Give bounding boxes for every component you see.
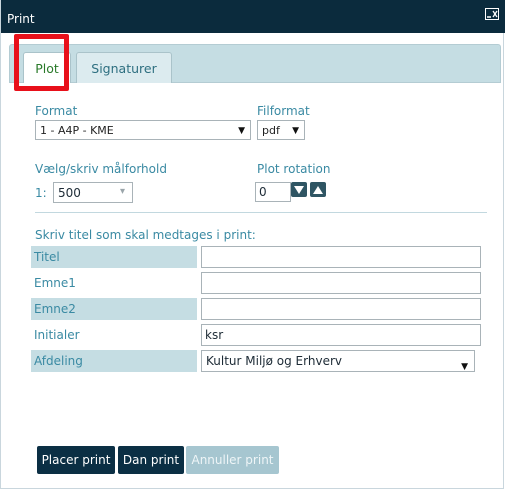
title-bar[interactable]: Print xyxy=(1,0,505,33)
chevron-down-icon: ▼ xyxy=(292,126,299,136)
titel-input[interactable] xyxy=(201,246,481,268)
format-label: Format xyxy=(35,104,78,118)
emne1-input[interactable] xyxy=(201,272,481,294)
rotation-input[interactable]: 0 xyxy=(255,182,291,202)
print-dialog: Print Plot Signaturer Format 1 - A4P - K… xyxy=(0,0,505,489)
highlight-box xyxy=(14,34,69,91)
field-row-emne2: Emne2 xyxy=(31,298,481,320)
annuller-print-label: Annuller print xyxy=(191,453,274,467)
afdeling-value: Kultur Miljø og Erhverv xyxy=(206,354,342,368)
rotate-down-button[interactable] xyxy=(291,182,307,197)
scale-prefix: 1: xyxy=(35,186,47,200)
field-row-titel: Titel xyxy=(31,246,481,268)
format-select[interactable]: 1 - A4P - KME ▼ xyxy=(35,120,251,140)
initialer-input[interactable]: ksr xyxy=(201,324,481,346)
afdeling-label: Afdeling xyxy=(31,350,197,372)
placer-print-button[interactable]: Placer print xyxy=(37,446,115,474)
field-row-afdeling: Afdeling Kultur Miljø og Erhverv ▼ xyxy=(31,350,479,372)
annuller-print-button[interactable]: Annuller print xyxy=(186,446,279,474)
dan-print-button[interactable]: Dan print xyxy=(118,446,184,474)
tab-bar: Plot Signaturer xyxy=(9,44,501,83)
window-title: Print xyxy=(7,12,35,26)
filformat-select[interactable]: pdf ▼ xyxy=(257,120,305,140)
field-row-initialer: Initialer ksr xyxy=(31,324,481,346)
scale-label: Vælg/skriv målforhold xyxy=(35,162,167,176)
filformat-label: Filformat xyxy=(257,104,310,118)
scale-combobox[interactable]: 500 ▾ xyxy=(53,182,133,203)
chevron-down-icon: ▼ xyxy=(238,126,245,136)
format-value: 1 - A4P - KME xyxy=(40,123,114,137)
placer-print-label: Placer print xyxy=(41,453,111,467)
dan-print-label: Dan print xyxy=(122,453,180,467)
triangle-up-icon xyxy=(313,185,323,194)
divider xyxy=(35,212,487,213)
titel-label: Titel xyxy=(31,246,197,268)
afdeling-select[interactable]: Kultur Miljø og Erhverv ▼ xyxy=(201,350,475,372)
fields-heading: Skriv titel som skal medtages i print: xyxy=(35,228,256,242)
scale-value: 500 xyxy=(58,185,81,200)
triangle-down-icon xyxy=(294,185,304,194)
emne2-label: Emne2 xyxy=(31,298,197,320)
chevron-down-icon: ▼ xyxy=(461,362,468,372)
tab-signaturer[interactable]: Signaturer xyxy=(76,52,172,83)
minimize-close-icon[interactable] xyxy=(485,8,499,20)
emne2-input[interactable] xyxy=(201,298,481,320)
rotation-label: Plot rotation xyxy=(257,162,331,176)
field-row-emne1: Emne1 xyxy=(31,272,481,294)
rotate-up-button[interactable] xyxy=(310,182,326,197)
tab-signaturer-label: Signaturer xyxy=(91,60,157,76)
filformat-value: pdf xyxy=(262,123,280,137)
initialer-label: Initialer xyxy=(34,328,80,342)
chevron-down-icon: ▾ xyxy=(119,186,125,197)
rotation-value: 0 xyxy=(259,185,267,199)
emne1-label: Emne1 xyxy=(34,276,76,290)
